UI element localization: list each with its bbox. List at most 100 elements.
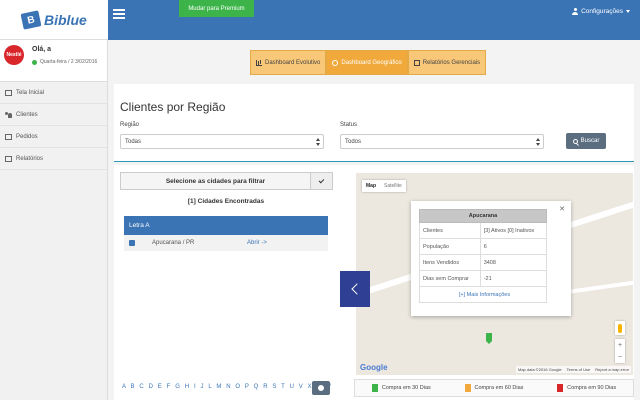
region-select-value: Todas <box>125 138 142 145</box>
legend-item-90-days: Compra em 90 Dias <box>557 384 616 392</box>
info-label: Itens Vendidos <box>419 254 481 271</box>
logo[interactable]: B Biblue <box>0 0 108 40</box>
legend-swatch-red-icon <box>557 384 564 392</box>
sidebar-item-label: Pedidos <box>16 133 38 140</box>
region-label: Região <box>120 122 140 128</box>
sidebar: Nestlé Olá, a Quarta-feira / 2 3/02/2016… <box>0 40 108 400</box>
zoom-control: + − <box>615 339 625 363</box>
select-all-button[interactable] <box>310 173 332 189</box>
letter-group-header[interactable]: Letra A <box>124 216 328 235</box>
map-marker-icon[interactable] <box>486 333 492 344</box>
legend-label: Compra em 60 Dias <box>474 385 524 391</box>
table-row: Clientes [3] Ativos [0] Inativos <box>419 222 548 239</box>
content-panel: Selecione as cidades para filtrar [1] Ci… <box>114 165 634 400</box>
user-icon <box>572 8 579 15</box>
main-content: Dashboard Evolutivo Dashboard Geográfico… <box>108 40 640 400</box>
search-button[interactable]: Buscar <box>566 133 606 149</box>
open-city-link[interactable]: Abrir -> <box>247 240 267 246</box>
close-icon[interactable]: ✕ <box>559 205 565 213</box>
report-icon <box>413 59 420 66</box>
tab-label: Relatórios Gerenciais <box>422 59 481 66</box>
select-arrows-icon <box>316 138 320 146</box>
users-icon <box>5 111 12 118</box>
legend-item-30-days: Compra em 30 Dias <box>371 384 431 392</box>
info-title: Apucarana <box>419 209 547 223</box>
map-type-satellite[interactable]: Satellite <box>380 180 406 192</box>
config-label: Configurações <box>581 8 623 15</box>
avatar: Nestlé <box>4 45 24 65</box>
tab-label: Dashboard Geográfico <box>341 59 402 66</box>
sidebar-item-orders[interactable]: Pedidos <box>0 126 107 148</box>
sidebar-item-label: Relatórios <box>16 155 44 162</box>
legend-swatch-green-icon <box>371 384 378 392</box>
tab-label: Dashboard Evolutivo <box>265 59 321 66</box>
info-value: 3408 <box>479 254 548 271</box>
map-type-toggle: Map Satellite <box>362 180 406 192</box>
bar-chart-icon <box>256 59 262 66</box>
filter-panel: Clientes por Região Região Todas Status … <box>114 84 634 162</box>
premium-button[interactable]: Mudar para Premium <box>179 0 254 17</box>
search-icon <box>572 138 578 144</box>
filter-icon <box>318 385 324 391</box>
zoom-out-button[interactable]: − <box>618 354 622 361</box>
globe-icon <box>332 59 339 66</box>
city-checkbox[interactable] <box>129 240 135 246</box>
list-item: Apucarana / PR Abrir -> <box>124 235 328 251</box>
user-greeting: Olá, a <box>32 46 52 53</box>
home-icon <box>5 89 12 96</box>
status-label: Status <box>340 122 358 128</box>
map-legend: Compra em 30 Dias Compra em 60 Dias Comp… <box>354 379 634 397</box>
city-filter-header: Selecione as cidades para filtrar <box>120 172 333 190</box>
select-arrows-icon <box>536 138 540 146</box>
table-row: [+] Mais Informações <box>419 286 547 303</box>
logo-text: Biblue <box>44 11 87 28</box>
dashboard-tabs: Dashboard Evolutivo Dashboard Geográfico… <box>250 50 487 75</box>
search-button-label: Buscar <box>580 138 600 144</box>
city-filter-title: Selecione as cidades para filtrar <box>165 177 266 185</box>
table-row: Dias sem Comprar -21 <box>419 270 548 287</box>
legend-label: Compra em 30 Dias <box>381 385 431 391</box>
info-value: [3] Ativos [0] Inativos <box>479 222 548 239</box>
tab-relatorios-gerenciais[interactable]: Relatórios Gerenciais <box>407 50 487 75</box>
alphabet-filter-button[interactable] <box>312 381 330 395</box>
table-row: Itens Vendidos 3408 <box>419 254 548 271</box>
info-table: Apucarana Clientes [3] Ativos [0] Inativ… <box>419 209 548 303</box>
top-bar: B Biblue Mudar para Premium Configuraçõe… <box>0 0 640 40</box>
tab-dashboard-evolutivo[interactable]: Dashboard Evolutivo <box>250 50 327 75</box>
menu-toggle-icon[interactable] <box>113 9 125 19</box>
terms-link[interactable]: Terms of Use <box>567 367 591 372</box>
chevron-left-icon <box>351 283 363 295</box>
city-name: Apucarana / PR <box>152 240 195 246</box>
config-menu[interactable]: Configurações <box>572 8 630 15</box>
cities-found-count: [1] Cidades Encontradas <box>187 198 265 205</box>
zoom-in-button[interactable]: + <box>618 342 622 349</box>
sidebar-item-home[interactable]: Tela Inicial <box>0 82 107 104</box>
sidebar-item-clients[interactable]: Clientes <box>0 104 107 126</box>
legend-item-60-days: Compra em 60 Dias <box>464 384 524 392</box>
map-data-credit: Map data ©2016 Google <box>517 367 562 372</box>
page-title: Clientes por Região <box>120 100 226 114</box>
status-select[interactable]: Todos <box>340 134 544 149</box>
info-label: Clientes <box>419 222 481 239</box>
region-select[interactable]: Todas <box>120 134 324 149</box>
caret-down-icon <box>626 10 630 13</box>
map[interactable]: Map Satellite ✕ Apucarana Clientes [3] A… <box>356 173 633 375</box>
map-credits: Map data ©2016 Google Terms of Use Repor… <box>515 366 631 373</box>
map-type-map[interactable]: Map <box>362 180 380 192</box>
table-row: População 6 <box>419 238 548 255</box>
reports-icon <box>5 155 12 162</box>
map-info-window: ✕ Apucarana Clientes [3] Ativos [0] Inat… <box>411 201 571 316</box>
status-select-value: Todos <box>345 138 362 145</box>
user-box: Nestlé Olá, a Quarta-feira / 2 3/02/2016 <box>0 40 107 82</box>
collapse-panel-button[interactable] <box>340 271 370 307</box>
tab-dashboard-geografico[interactable]: Dashboard Geográfico <box>326 50 408 75</box>
report-error-link[interactable]: Report a map error <box>595 367 629 372</box>
street-view-icon[interactable] <box>615 321 625 335</box>
info-label: População <box>419 238 481 255</box>
info-label: Dias sem Comprar <box>419 270 481 287</box>
sidebar-item-reports[interactable]: Relatórios <box>0 148 107 170</box>
logo-mark-icon: B <box>20 9 42 30</box>
more-info-link[interactable]: [+] Mais Informações <box>419 286 547 303</box>
check-icon <box>318 177 325 183</box>
alphabet-filter[interactable]: A B C D E F G H I J L M N O P Q R S T U … <box>122 384 332 390</box>
